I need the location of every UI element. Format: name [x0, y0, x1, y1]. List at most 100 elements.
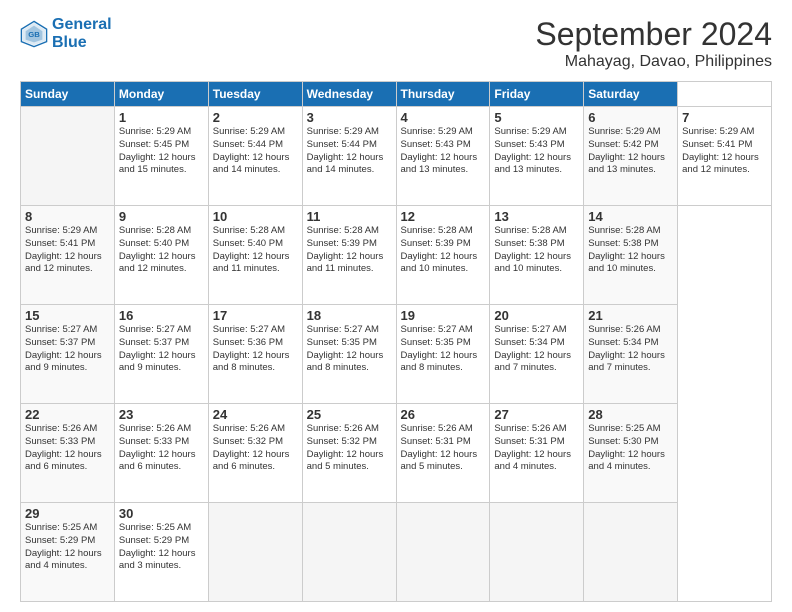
- logo-icon: GB: [20, 20, 48, 48]
- day-number: 20: [494, 308, 579, 323]
- header-cell-tuesday: Tuesday: [208, 82, 302, 107]
- day-info: Sunrise: 5:28 AM Sunset: 5:40 PM Dayligh…: [213, 225, 298, 276]
- day-cell: 8Sunrise: 5:29 AM Sunset: 5:41 PM Daylig…: [21, 206, 115, 305]
- day-cell: 27Sunrise: 5:26 AM Sunset: 5:31 PM Dayli…: [490, 404, 584, 503]
- day-number: 5: [494, 110, 579, 125]
- header-cell-wednesday: Wednesday: [302, 82, 396, 107]
- day-number: 8: [25, 209, 110, 224]
- header: GB General Blue September 2024 Mahayag, …: [20, 16, 772, 71]
- day-info: Sunrise: 5:28 AM Sunset: 5:38 PM Dayligh…: [494, 225, 579, 276]
- week-row-1: 8Sunrise: 5:29 AM Sunset: 5:41 PM Daylig…: [21, 206, 772, 305]
- day-info: Sunrise: 5:25 AM Sunset: 5:29 PM Dayligh…: [119, 522, 204, 573]
- day-cell: 22Sunrise: 5:26 AM Sunset: 5:33 PM Dayli…: [21, 404, 115, 503]
- day-number: 9: [119, 209, 204, 224]
- day-info: Sunrise: 5:27 AM Sunset: 5:37 PM Dayligh…: [25, 324, 110, 375]
- day-cell: 16Sunrise: 5:27 AM Sunset: 5:37 PM Dayli…: [114, 305, 208, 404]
- day-number: 15: [25, 308, 110, 323]
- calendar-header: SundayMondayTuesdayWednesdayThursdayFrid…: [21, 82, 772, 107]
- day-info: Sunrise: 5:27 AM Sunset: 5:37 PM Dayligh…: [119, 324, 204, 375]
- logo-text: General Blue: [52, 16, 112, 51]
- day-number: 27: [494, 407, 579, 422]
- day-info: Sunrise: 5:26 AM Sunset: 5:34 PM Dayligh…: [588, 324, 673, 375]
- day-cell: 30Sunrise: 5:25 AM Sunset: 5:29 PM Dayli…: [114, 503, 208, 602]
- day-number: 7: [682, 110, 767, 125]
- page: GB General Blue September 2024 Mahayag, …: [0, 0, 792, 612]
- day-cell: 20Sunrise: 5:27 AM Sunset: 5:34 PM Dayli…: [490, 305, 584, 404]
- day-cell: 21Sunrise: 5:26 AM Sunset: 5:34 PM Dayli…: [584, 305, 678, 404]
- day-cell: 23Sunrise: 5:26 AM Sunset: 5:33 PM Dayli…: [114, 404, 208, 503]
- day-info: Sunrise: 5:28 AM Sunset: 5:38 PM Dayligh…: [588, 225, 673, 276]
- calendar-title: September 2024: [535, 16, 772, 53]
- day-info: Sunrise: 5:29 AM Sunset: 5:44 PM Dayligh…: [307, 126, 392, 177]
- day-info: Sunrise: 5:27 AM Sunset: 5:34 PM Dayligh…: [494, 324, 579, 375]
- day-number: 17: [213, 308, 298, 323]
- day-info: Sunrise: 5:28 AM Sunset: 5:39 PM Dayligh…: [307, 225, 392, 276]
- day-cell: 3Sunrise: 5:29 AM Sunset: 5:44 PM Daylig…: [302, 107, 396, 206]
- day-info: Sunrise: 5:28 AM Sunset: 5:40 PM Dayligh…: [119, 225, 204, 276]
- day-info: Sunrise: 5:29 AM Sunset: 5:44 PM Dayligh…: [213, 126, 298, 177]
- day-info: Sunrise: 5:26 AM Sunset: 5:32 PM Dayligh…: [307, 423, 392, 474]
- day-info: Sunrise: 5:29 AM Sunset: 5:41 PM Dayligh…: [25, 225, 110, 276]
- day-number: 30: [119, 506, 204, 521]
- day-number: 18: [307, 308, 392, 323]
- day-cell: [302, 503, 396, 602]
- header-cell-monday: Monday: [114, 82, 208, 107]
- day-cell: 17Sunrise: 5:27 AM Sunset: 5:36 PM Dayli…: [208, 305, 302, 404]
- day-number: 16: [119, 308, 204, 323]
- week-row-3: 22Sunrise: 5:26 AM Sunset: 5:33 PM Dayli…: [21, 404, 772, 503]
- day-info: Sunrise: 5:29 AM Sunset: 5:43 PM Dayligh…: [401, 126, 486, 177]
- day-cell: 6Sunrise: 5:29 AM Sunset: 5:42 PM Daylig…: [584, 107, 678, 206]
- logo-blue: Blue: [52, 34, 87, 51]
- svg-text:GB: GB: [28, 29, 40, 38]
- day-number: 25: [307, 407, 392, 422]
- day-info: Sunrise: 5:27 AM Sunset: 5:35 PM Dayligh…: [401, 324, 486, 375]
- day-cell: 28Sunrise: 5:25 AM Sunset: 5:30 PM Dayli…: [584, 404, 678, 503]
- day-info: Sunrise: 5:26 AM Sunset: 5:31 PM Dayligh…: [494, 423, 579, 474]
- day-cell: 13Sunrise: 5:28 AM Sunset: 5:38 PM Dayli…: [490, 206, 584, 305]
- day-number: 22: [25, 407, 110, 422]
- day-cell: 10Sunrise: 5:28 AM Sunset: 5:40 PM Dayli…: [208, 206, 302, 305]
- day-cell: 19Sunrise: 5:27 AM Sunset: 5:35 PM Dayli…: [396, 305, 490, 404]
- day-number: 10: [213, 209, 298, 224]
- day-info: Sunrise: 5:26 AM Sunset: 5:31 PM Dayligh…: [401, 423, 486, 474]
- day-cell: 11Sunrise: 5:28 AM Sunset: 5:39 PM Dayli…: [302, 206, 396, 305]
- day-cell: 15Sunrise: 5:27 AM Sunset: 5:37 PM Dayli…: [21, 305, 115, 404]
- day-number: 2: [213, 110, 298, 125]
- calendar-table: SundayMondayTuesdayWednesdayThursdayFrid…: [20, 81, 772, 602]
- day-cell: 4Sunrise: 5:29 AM Sunset: 5:43 PM Daylig…: [396, 107, 490, 206]
- day-number: 23: [119, 407, 204, 422]
- header-cell-sunday: Sunday: [21, 82, 115, 107]
- day-info: Sunrise: 5:26 AM Sunset: 5:33 PM Dayligh…: [25, 423, 110, 474]
- day-cell: [21, 107, 115, 206]
- day-cell: 25Sunrise: 5:26 AM Sunset: 5:32 PM Dayli…: [302, 404, 396, 503]
- day-number: 13: [494, 209, 579, 224]
- day-info: Sunrise: 5:26 AM Sunset: 5:32 PM Dayligh…: [213, 423, 298, 474]
- day-info: Sunrise: 5:28 AM Sunset: 5:39 PM Dayligh…: [401, 225, 486, 276]
- day-number: 21: [588, 308, 673, 323]
- day-number: 26: [401, 407, 486, 422]
- day-number: 19: [401, 308, 486, 323]
- day-info: Sunrise: 5:29 AM Sunset: 5:45 PM Dayligh…: [119, 126, 204, 177]
- week-row-0: 1Sunrise: 5:29 AM Sunset: 5:45 PM Daylig…: [21, 107, 772, 206]
- day-info: Sunrise: 5:25 AM Sunset: 5:29 PM Dayligh…: [25, 522, 110, 573]
- day-info: Sunrise: 5:29 AM Sunset: 5:43 PM Dayligh…: [494, 126, 579, 177]
- day-cell: [584, 503, 678, 602]
- day-info: Sunrise: 5:27 AM Sunset: 5:36 PM Dayligh…: [213, 324, 298, 375]
- day-cell: [208, 503, 302, 602]
- day-cell: 29Sunrise: 5:25 AM Sunset: 5:29 PM Dayli…: [21, 503, 115, 602]
- day-cell: 1Sunrise: 5:29 AM Sunset: 5:45 PM Daylig…: [114, 107, 208, 206]
- day-cell: [490, 503, 584, 602]
- day-number: 12: [401, 209, 486, 224]
- day-info: Sunrise: 5:26 AM Sunset: 5:33 PM Dayligh…: [119, 423, 204, 474]
- day-info: Sunrise: 5:25 AM Sunset: 5:30 PM Dayligh…: [588, 423, 673, 474]
- day-cell: [396, 503, 490, 602]
- day-number: 1: [119, 110, 204, 125]
- day-number: 4: [401, 110, 486, 125]
- header-cell-friday: Friday: [490, 82, 584, 107]
- calendar-body: 1Sunrise: 5:29 AM Sunset: 5:45 PM Daylig…: [21, 107, 772, 602]
- day-info: Sunrise: 5:27 AM Sunset: 5:35 PM Dayligh…: [307, 324, 392, 375]
- day-info: Sunrise: 5:29 AM Sunset: 5:42 PM Dayligh…: [588, 126, 673, 177]
- day-cell: 14Sunrise: 5:28 AM Sunset: 5:38 PM Dayli…: [584, 206, 678, 305]
- day-cell: 5Sunrise: 5:29 AM Sunset: 5:43 PM Daylig…: [490, 107, 584, 206]
- logo: GB General Blue: [20, 16, 112, 51]
